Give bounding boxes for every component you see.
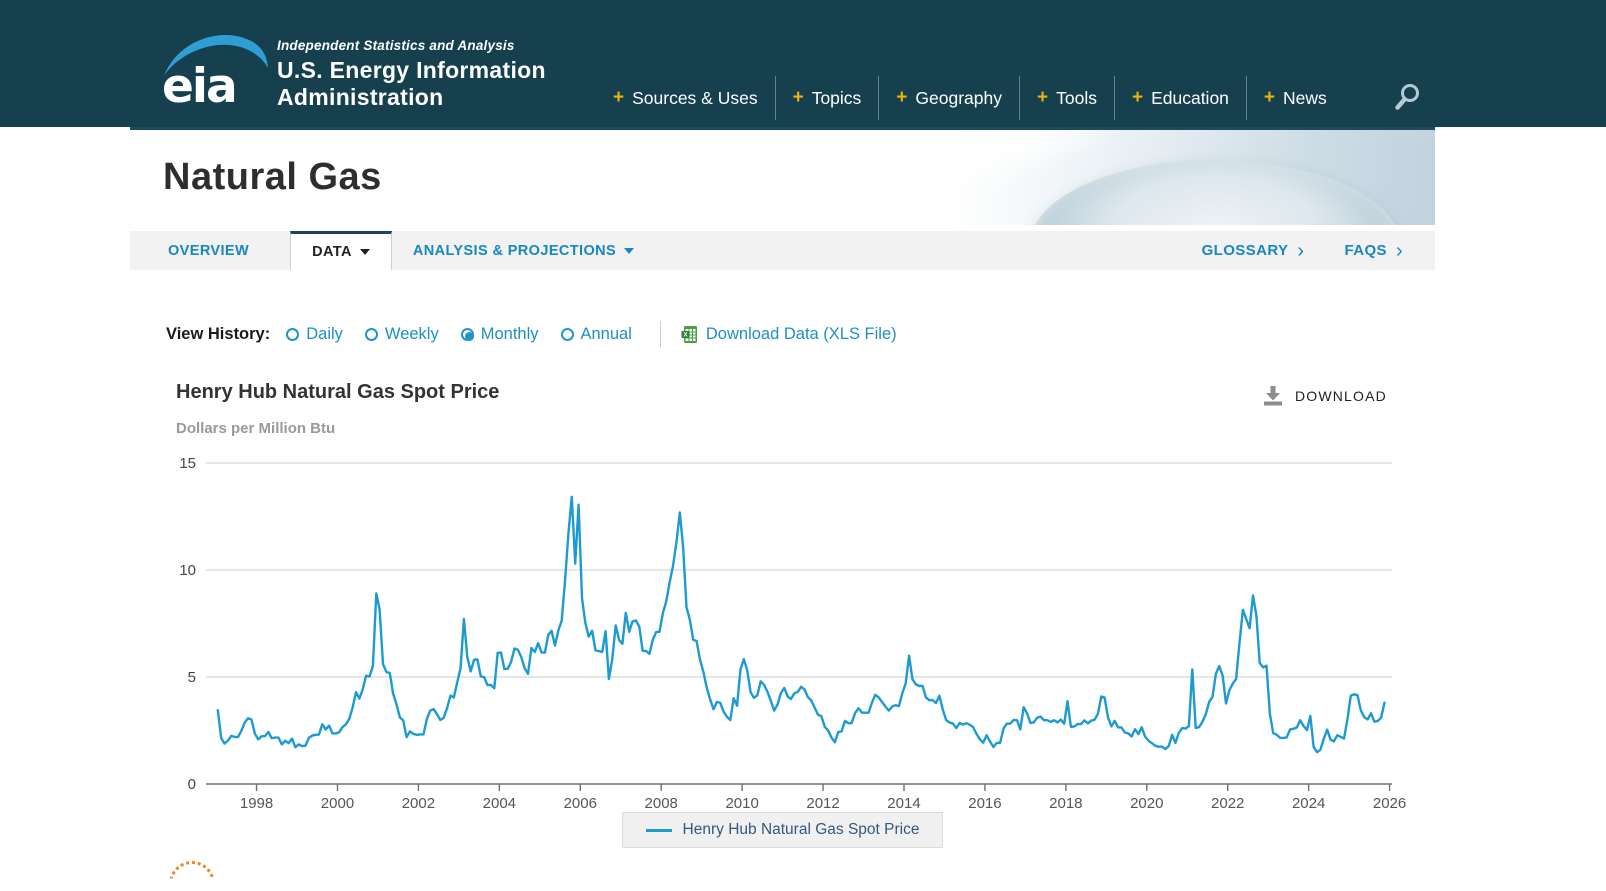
download-data-xls-link[interactable]: X Download Data (XLS File)	[681, 325, 897, 344]
radio-label: Weekly	[385, 325, 439, 344]
page-title: Natural Gas	[163, 156, 382, 199]
loading-spinner-partial	[169, 861, 215, 891]
radio-circle-icon	[286, 328, 299, 341]
radio-weekly[interactable]: Weekly	[365, 325, 439, 344]
svg-text:2020: 2020	[1130, 795, 1163, 812]
header-tagline: Independent Statistics and Analysis	[277, 38, 546, 53]
nav-item-sources-uses[interactable]: + Sources & Uses	[596, 87, 775, 109]
svg-text:2004: 2004	[483, 795, 516, 812]
svg-text:2002: 2002	[402, 795, 435, 812]
xls-file-icon: X	[681, 325, 698, 344]
tab-analysis-projections[interactable]: ANALYSIS & PROJECTIONS	[392, 231, 655, 270]
radio-label: Annual	[581, 325, 632, 344]
page-banner: Natural Gas	[130, 127, 1435, 225]
radio-daily[interactable]: Daily	[286, 325, 343, 344]
svg-text:2000: 2000	[321, 795, 354, 812]
svg-text:2026: 2026	[1373, 795, 1406, 812]
plus-icon: +	[1264, 87, 1275, 109]
radio-circle-icon	[365, 328, 378, 341]
tab-label: DATA	[312, 244, 352, 260]
spot-price-line-chart[interactable]: 0 5 10 15 1998 2000 2002 2004 2006 2008 2010 2012 20…	[168, 440, 1408, 820]
svg-text:2012: 2012	[806, 795, 839, 812]
chevron-down-icon	[624, 248, 634, 254]
svg-text:15: 15	[179, 455, 196, 472]
gas-burner-image	[955, 130, 1435, 225]
svg-text:0: 0	[188, 776, 196, 793]
radio-annual[interactable]: Annual	[561, 325, 632, 344]
chevron-down-icon	[360, 249, 370, 255]
chart-legend: Henry Hub Natural Gas Spot Price	[130, 812, 1435, 848]
nav-item-label: Education	[1151, 88, 1229, 109]
tab-overview[interactable]: OVERVIEW	[147, 231, 270, 270]
nav-item-education[interactable]: + Education	[1115, 87, 1246, 109]
nav-item-label: Geography	[915, 88, 1002, 109]
chart-title: Henry Hub Natural Gas Spot Price	[176, 381, 499, 404]
chart-download-label: DOWNLOAD	[1295, 388, 1387, 404]
legend-item-henry-hub[interactable]: Henry Hub Natural Gas Spot Price	[622, 812, 944, 848]
nav-item-label: News	[1283, 88, 1327, 109]
org-name-line1: U.S. Energy Information	[277, 57, 546, 84]
chevron-right-icon: ›	[1396, 244, 1403, 258]
search-button[interactable]	[1393, 82, 1423, 112]
site-header: eia Independent Statistics and Analysis …	[0, 0, 1606, 127]
nav-item-topics[interactable]: + Topics	[776, 87, 879, 109]
plus-icon: +	[613, 87, 624, 109]
org-name: U.S. Energy Information Administration	[277, 57, 546, 111]
link-label: GLOSSARY	[1202, 242, 1289, 259]
org-name-line2: Administration	[277, 84, 546, 111]
svg-text:2008: 2008	[645, 795, 678, 812]
svg-text:2016: 2016	[968, 795, 1001, 812]
radio-label: Monthly	[481, 325, 539, 344]
svg-text:5: 5	[188, 669, 196, 686]
svg-text:1998: 1998	[240, 795, 273, 812]
svg-text:2018: 2018	[1049, 795, 1082, 812]
tab-bar-spacer	[655, 231, 1182, 270]
faqs-link[interactable]: FAQS ›	[1324, 231, 1423, 270]
nav-item-label: Tools	[1056, 88, 1097, 109]
section-tab-bar: OVERVIEW DATA ANALYSIS & PROJECTIONS GLO…	[130, 231, 1435, 270]
download-icon	[1262, 385, 1284, 406]
nav-item-label: Sources & Uses	[632, 88, 757, 109]
radio-circle-icon	[561, 328, 574, 341]
chevron-right-icon: ›	[1297, 244, 1304, 258]
nav-item-geography[interactable]: + Geography	[879, 87, 1019, 109]
plus-icon: +	[1037, 87, 1048, 109]
eia-natural-gas-page: eia Independent Statistics and Analysis …	[0, 0, 1606, 891]
tab-data[interactable]: DATA	[290, 231, 392, 270]
search-icon	[1393, 82, 1423, 112]
plus-icon: +	[793, 87, 804, 109]
burner-ring-decoration	[1030, 160, 1400, 225]
svg-text:2024: 2024	[1292, 795, 1325, 812]
nav-item-news[interactable]: + News	[1247, 87, 1344, 109]
svg-text:2022: 2022	[1211, 795, 1244, 812]
chart-download-button[interactable]: DOWNLOAD	[1262, 385, 1387, 406]
download-data-label: Download Data (XLS File)	[706, 325, 897, 344]
chart-units-label: Dollars per Million Btu	[176, 420, 335, 437]
radio-label: Daily	[306, 325, 343, 344]
legend-label: Henry Hub Natural Gas Spot Price	[683, 821, 920, 839]
main-nav: + Sources & Uses + Topics + Geography + Tool…	[596, 74, 1344, 122]
svg-text:2006: 2006	[564, 795, 597, 812]
eia-logo[interactable]: eia	[160, 30, 270, 114]
view-history-controls: View History: Daily Weekly Monthly Annua…	[166, 320, 897, 348]
glossary-link[interactable]: GLOSSARY ›	[1182, 231, 1325, 270]
svg-text:10: 10	[179, 562, 196, 579]
legend-line-swatch-icon	[646, 829, 672, 832]
radio-circle-icon	[461, 328, 474, 341]
eia-logo-text: eia	[162, 59, 236, 114]
tab-label: ANALYSIS & PROJECTIONS	[413, 243, 616, 259]
svg-text:2014: 2014	[887, 795, 920, 812]
svg-text:X: X	[683, 332, 687, 338]
header-words: Independent Statistics and Analysis U.S.…	[277, 38, 546, 111]
svg-text:2010: 2010	[725, 795, 758, 812]
tab-label: OVERVIEW	[168, 243, 249, 259]
radio-monthly[interactable]: Monthly	[461, 325, 539, 344]
divider	[660, 321, 661, 347]
link-label: FAQS	[1344, 242, 1386, 259]
nav-item-label: Topics	[812, 88, 862, 109]
view-history-label: View History:	[166, 325, 270, 344]
plus-icon: +	[1132, 87, 1143, 109]
nav-item-tools[interactable]: + Tools	[1020, 87, 1114, 109]
plus-icon: +	[896, 87, 907, 109]
